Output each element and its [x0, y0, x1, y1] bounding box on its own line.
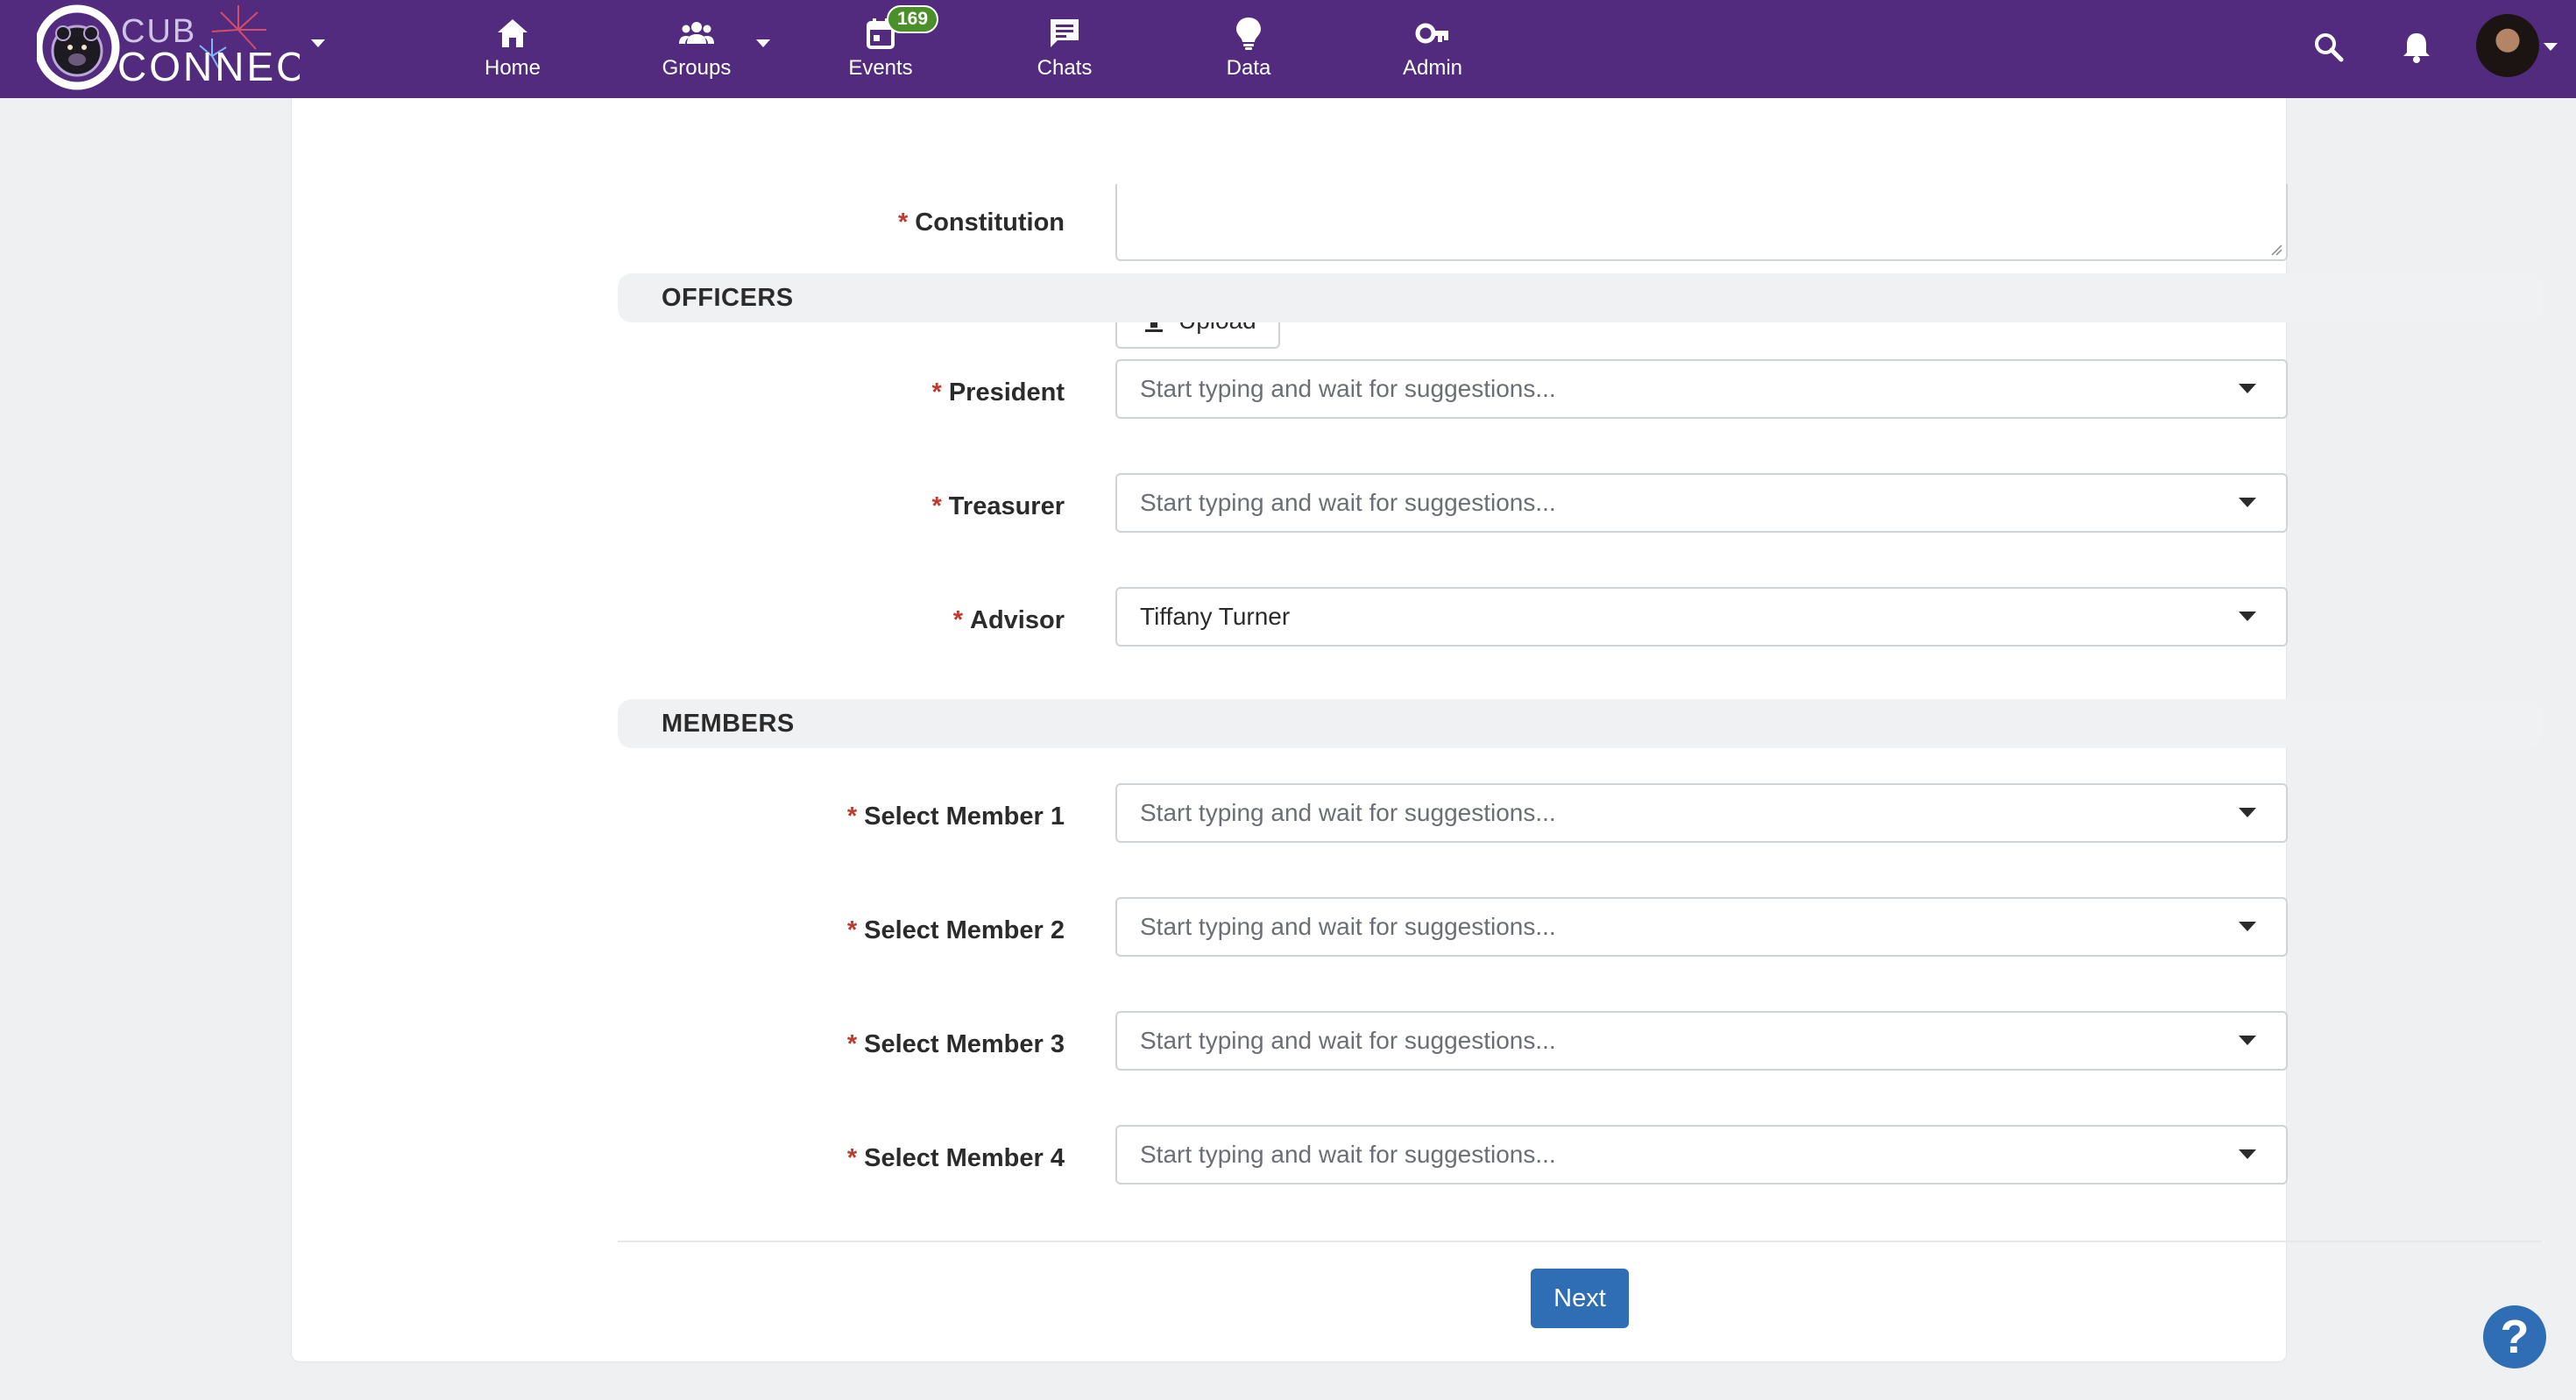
- member-4-label-text: Select Member 4: [864, 1144, 1065, 1172]
- advisor-select-value: Tiffany Turner: [1140, 603, 1291, 630]
- logo-text-bottom: CONNECT: [117, 44, 300, 89]
- member-3-select[interactable]: Start typing and wait for suggestions...: [1115, 1011, 2288, 1071]
- nav-chats[interactable]: Chats: [990, 0, 1139, 98]
- advisor-select[interactable]: Tiffany Turner: [1115, 587, 2288, 647]
- treasurer-label-text: Treasurer: [948, 492, 1065, 520]
- nav-admin[interactable]: Admin: [1358, 0, 1507, 98]
- nav-events-label: Events: [848, 56, 913, 80]
- bell-icon[interactable]: [2399, 30, 2434, 65]
- search-icon[interactable]: [2311, 30, 2346, 65]
- nav-groups[interactable]: Groups: [622, 0, 771, 98]
- member-1-label: * Select Member 1: [607, 803, 1065, 831]
- nav-data[interactable]: Data: [1174, 0, 1323, 98]
- top-navigation-bar: CUB CONNECT Home Groups 169 Events: [0, 0, 2576, 98]
- dropdown-caret-icon[interactable]: [2239, 1036, 2256, 1046]
- home-icon: [498, 19, 527, 47]
- member-3-label-text: Select Member 3: [864, 1030, 1065, 1058]
- chat-icon: [1051, 19, 1079, 47]
- nav-admin-label: Admin: [1402, 56, 1463, 80]
- events-count-badge: 169: [887, 5, 939, 33]
- required-asterisk: *: [931, 378, 942, 407]
- form-divider: [618, 1241, 2542, 1242]
- member-4-select[interactable]: Start typing and wait for suggestions...: [1115, 1125, 2288, 1184]
- nav-chats-label: Chats: [1037, 56, 1093, 80]
- member-3-select-placeholder: Start typing and wait for suggestions...: [1140, 1027, 1556, 1054]
- nav-data-label: Data: [1226, 56, 1271, 80]
- cub-connect-logo[interactable]: CUB CONNECT: [34, 4, 332, 93]
- member-2-label-text: Select Member 2: [864, 916, 1065, 944]
- resize-handle-icon[interactable]: [2270, 244, 2282, 256]
- member-4-select-placeholder: Start typing and wait for suggestions...: [1140, 1141, 1556, 1168]
- member-2-label: * Select Member 2: [607, 916, 1065, 945]
- member-1-label-text: Select Member 1: [864, 803, 1065, 831]
- advisor-label-text: Advisor: [970, 606, 1065, 634]
- nav-home-label: Home: [484, 56, 541, 80]
- president-label: * President: [607, 378, 1065, 407]
- dropdown-caret-icon[interactable]: [2239, 808, 2256, 818]
- member-4-label: * Select Member 4: [607, 1144, 1065, 1173]
- dropdown-caret-icon[interactable]: [2239, 498, 2256, 508]
- president-select[interactable]: Start typing and wait for suggestions...: [1115, 359, 2288, 419]
- lightbulb-icon: [1236, 18, 1261, 50]
- constitution-label: * Constitution: [607, 209, 1065, 237]
- nav-groups-label: Groups: [662, 56, 732, 80]
- avatar[interactable]: [2476, 14, 2539, 77]
- groups-icon: [679, 22, 714, 44]
- required-asterisk: *: [846, 803, 858, 831]
- required-asterisk: *: [931, 492, 942, 520]
- member-1-select[interactable]: Start typing and wait for suggestions...: [1115, 783, 2288, 843]
- description-textarea[interactable]: [1115, 184, 2288, 261]
- required-asterisk: *: [846, 1030, 858, 1058]
- help-button[interactable]: ?: [2483, 1305, 2546, 1368]
- dropdown-caret-icon[interactable]: [2239, 612, 2256, 622]
- president-select-placeholder: Start typing and wait for suggestions...: [1140, 375, 1556, 402]
- treasurer-label: * Treasurer: [607, 492, 1065, 521]
- next-button[interactable]: Next: [1531, 1269, 1629, 1328]
- president-label-text: President: [948, 378, 1065, 407]
- chevron-down-icon[interactable]: [2543, 42, 2558, 53]
- required-asterisk: *: [846, 916, 858, 944]
- form-card: *Constitution Upload OFFICERS *President…: [291, 98, 2542, 1362]
- key-icon: [1415, 23, 1448, 44]
- officers-section-title: OFFICERS: [662, 284, 794, 312]
- dropdown-caret-icon[interactable]: [2239, 922, 2256, 932]
- required-asterisk: *: [897, 209, 909, 237]
- officers-section-header: OFFICERS: [618, 273, 2542, 322]
- treasurer-select-placeholder: Start typing and wait for suggestions...: [1140, 489, 1556, 516]
- dropdown-caret-icon[interactable]: [2239, 384, 2256, 394]
- nav-home[interactable]: Home: [438, 0, 587, 98]
- members-section-title: MEMBERS: [662, 710, 795, 738]
- logo-graphic: CUB CONNECT: [34, 4, 332, 90]
- chevron-down-icon[interactable]: [310, 39, 326, 49]
- required-asterisk: *: [846, 1144, 858, 1172]
- member-3-label: * Select Member 3: [607, 1030, 1065, 1059]
- member-1-select-placeholder: Start typing and wait for suggestions...: [1140, 799, 1556, 826]
- member-2-select[interactable]: Start typing and wait for suggestions...: [1115, 897, 2288, 957]
- advisor-label: * Advisor: [607, 606, 1065, 635]
- required-asterisk: *: [952, 606, 964, 634]
- dropdown-caret-icon[interactable]: [2239, 1149, 2256, 1160]
- member-2-select-placeholder: Start typing and wait for suggestions...: [1140, 913, 1556, 940]
- treasurer-select[interactable]: Start typing and wait for suggestions...: [1115, 473, 2288, 533]
- constitution-label-text: Constitution: [915, 209, 1065, 237]
- chevron-down-icon[interactable]: [755, 39, 771, 49]
- members-section-header: MEMBERS: [618, 699, 2542, 748]
- nav-events[interactable]: 169 Events: [806, 0, 955, 98]
